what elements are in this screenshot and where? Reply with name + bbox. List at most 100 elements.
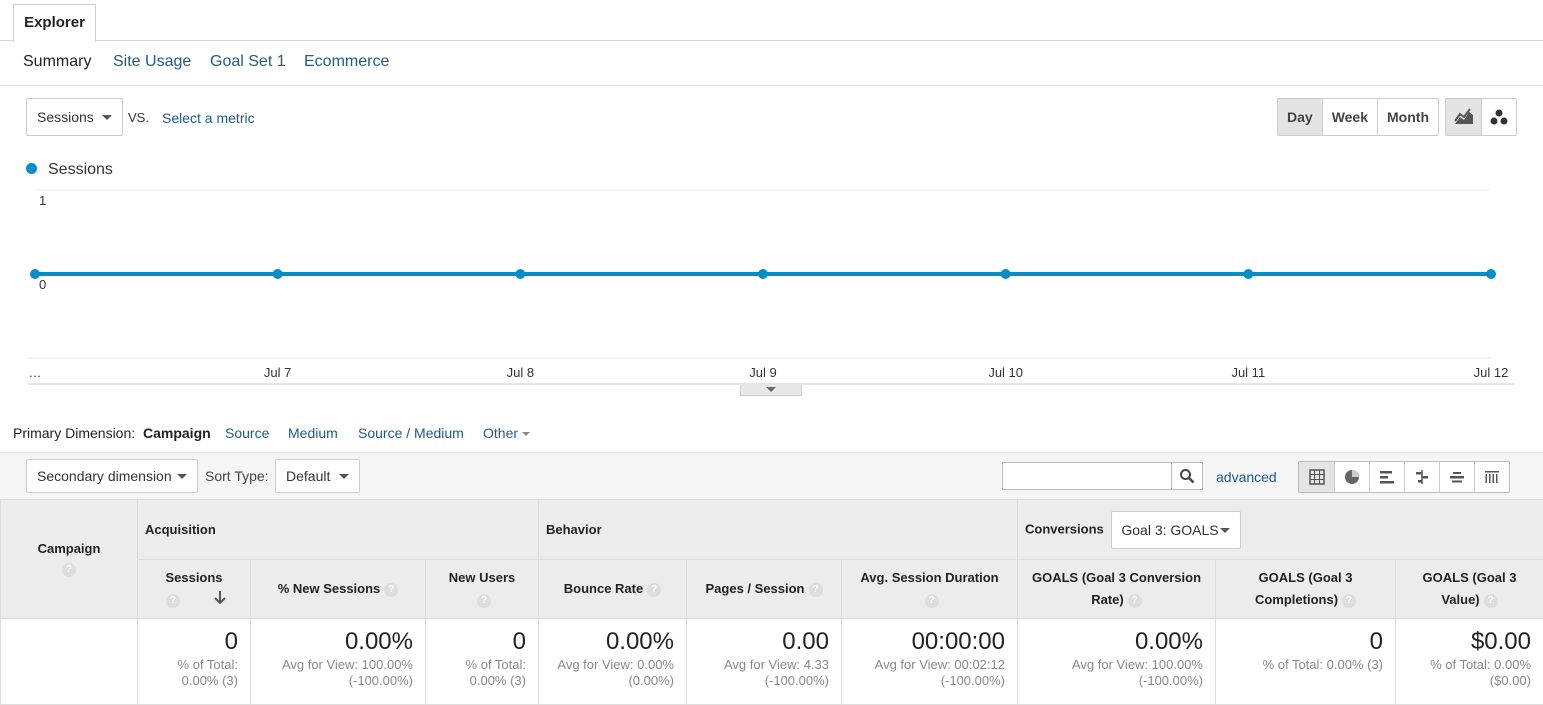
column-header-sessions[interactable]: Sessions ? — [138, 560, 251, 619]
sort-type-select[interactable]: Default — [275, 459, 360, 493]
performance-bar-icon[interactable] — [1369, 462, 1404, 492]
totals-cell: 0% of Total:0.00% (3) — [426, 619, 539, 705]
total-note: (-100.00%) — [257, 673, 413, 689]
secondary-dimension-select[interactable]: Secondary dimension — [26, 459, 198, 493]
total-note: Avg for View: 100.00% — [257, 657, 413, 673]
x-tick-label: Jul 7 — [264, 365, 291, 380]
line-chart-icon[interactable] — [1446, 99, 1481, 135]
term-cloud-icon[interactable] — [1439, 462, 1474, 492]
chevron-down-icon — [522, 432, 530, 436]
column-header-goal-conversion-rate[interactable]: GOALS (Goal 3 Conversion Rate)? — [1018, 560, 1216, 619]
help-icon[interactable]: ? — [925, 594, 939, 608]
help-icon[interactable]: ? — [809, 583, 823, 597]
chart-collapse-handle[interactable] — [740, 385, 802, 396]
dimension-campaign[interactable]: Campaign — [143, 425, 211, 441]
table-search-input[interactable] — [1002, 462, 1172, 490]
conversions-group-header: Conversions Goal 3: GOALS — [1018, 500, 1543, 560]
data-table-icon[interactable] — [1299, 462, 1334, 492]
sessions-data-point[interactable] — [515, 269, 525, 279]
pie-chart-icon[interactable] — [1334, 462, 1369, 492]
sessions-data-point[interactable] — [30, 269, 40, 279]
column-header-label: Bounce Rate — [564, 581, 643, 596]
advanced-filter-link[interactable]: advanced — [1216, 469, 1277, 485]
tab-explorer[interactable]: Explorer — [13, 4, 96, 42]
help-icon[interactable]: ? — [1128, 594, 1142, 608]
total-value: 0.00% — [257, 627, 413, 657]
column-header-label: Avg. Session Duration — [860, 570, 998, 585]
sessions-data-point[interactable] — [1243, 269, 1253, 279]
dimension-source[interactable]: Source — [225, 425, 269, 441]
subnav-ecommerce[interactable]: Ecommerce — [304, 53, 389, 71]
dimension-other-label: Other — [483, 425, 518, 441]
period-month-button[interactable]: Month — [1377, 99, 1438, 135]
help-icon[interactable]: ? — [166, 594, 180, 608]
total-note: % of Total: 0.00% (3) — [1222, 657, 1383, 673]
x-tick-label: Jul 8 — [507, 365, 534, 380]
sort-type-label: Sort Type: — [205, 468, 269, 484]
column-header-label: GOALS (Goal 3 Conversion Rate) — [1032, 570, 1201, 607]
column-header-avg-session-duration[interactable]: Avg. Session Duration? — [842, 560, 1018, 619]
chevron-down-icon — [339, 474, 349, 479]
total-value: $0.00 — [1402, 627, 1531, 657]
table-view-toggle — [1298, 461, 1510, 493]
help-icon[interactable]: ? — [477, 594, 491, 608]
column-header-label: Pages / Session — [706, 581, 805, 596]
column-header-label: GOALS (Goal 3 Completions) — [1255, 570, 1352, 607]
total-note: (-100.00%) — [848, 673, 1005, 689]
total-note: % of Total: 0.00% — [1402, 657, 1531, 673]
subnav-goal-set-1[interactable]: Goal Set 1 — [210, 53, 286, 71]
goal-select[interactable]: Goal 3: GOALS — [1111, 511, 1241, 549]
period-day-button[interactable]: Day — [1278, 99, 1322, 135]
dimension-other[interactable]: Other — [483, 425, 530, 441]
total-note: 0.00% (3) — [144, 673, 238, 689]
x-tick-label: … — [29, 365, 42, 380]
secondary-dimension-label: Secondary dimension — [37, 468, 172, 484]
conversions-label: Conversions — [1025, 521, 1104, 536]
column-header-label: New Users — [449, 570, 515, 585]
column-header-goal-value[interactable]: GOALS (Goal 3 Value)? — [1396, 560, 1543, 619]
chevron-down-icon — [766, 387, 776, 392]
dimension-source-medium[interactable]: Source / Medium — [358, 425, 464, 441]
column-header-new-users[interactable]: New Users? — [426, 560, 539, 619]
sessions-data-point[interactable] — [758, 269, 768, 279]
help-icon[interactable]: ? — [384, 583, 398, 597]
x-tick-label: Jul 9 — [749, 365, 776, 380]
total-note: Avg for View: 4.33 — [693, 657, 829, 673]
sessions-data-point[interactable] — [273, 269, 283, 279]
explorer-subnav: Summary Site Usage Goal Set 1 Ecommerce — [0, 41, 1543, 86]
help-icon[interactable]: ? — [1342, 594, 1356, 608]
legend-sessions-label: Sessions — [48, 161, 113, 179]
totals-cell: 00:00:00Avg for View: 00:02:12(-100.00%) — [842, 619, 1018, 705]
dimension-medium[interactable]: Medium — [288, 425, 338, 441]
pivot-icon[interactable] — [1474, 462, 1509, 492]
campaign-column-header[interactable]: Campaign ? — [1, 500, 138, 619]
metric-select[interactable]: Sessions — [26, 98, 123, 136]
help-icon[interactable]: ? — [1484, 594, 1498, 608]
total-note: (0.00%) — [545, 673, 674, 689]
sessions-data-point[interactable] — [1486, 269, 1496, 279]
sessions-line-chart: 10…Jul 7Jul 8Jul 9Jul 10Jul 11Jul 12 — [0, 185, 1543, 385]
campaign-header-label: Campaign — [2, 541, 136, 556]
period-toggle: Day Week Month — [1277, 98, 1439, 136]
motion-chart-icon[interactable] — [1481, 99, 1516, 135]
help-icon[interactable]: ? — [62, 563, 76, 577]
search-button[interactable] — [1171, 462, 1203, 490]
period-week-button[interactable]: Week — [1322, 99, 1377, 135]
legend-sessions-dot — [26, 163, 37, 174]
sessions-data-point[interactable] — [1001, 269, 1011, 279]
comparison-icon[interactable] — [1404, 462, 1439, 492]
total-note: % of Total: — [144, 657, 238, 673]
total-value: 0 — [432, 627, 526, 657]
report-table: Campaign ? Acquisition Behavior Conversi… — [0, 499, 1543, 705]
column-header-goal-completions[interactable]: GOALS (Goal 3 Completions)? — [1216, 560, 1396, 619]
column-header-pages-session[interactable]: Pages / Session? — [687, 560, 842, 619]
total-note: % of Total: — [432, 657, 526, 673]
subnav-summary[interactable]: Summary — [23, 53, 91, 71]
subnav-site-usage[interactable]: Site Usage — [113, 53, 191, 71]
total-value: 0.00% — [545, 627, 674, 657]
help-icon[interactable]: ? — [647, 583, 661, 597]
column-header-bounce-rate[interactable]: Bounce Rate? — [539, 560, 687, 619]
goal-select-value: Goal 3: GOALS — [1121, 522, 1218, 538]
select-metric-link[interactable]: Select a metric — [162, 110, 255, 126]
column-header-new-sessions[interactable]: % New Sessions? — [251, 560, 426, 619]
